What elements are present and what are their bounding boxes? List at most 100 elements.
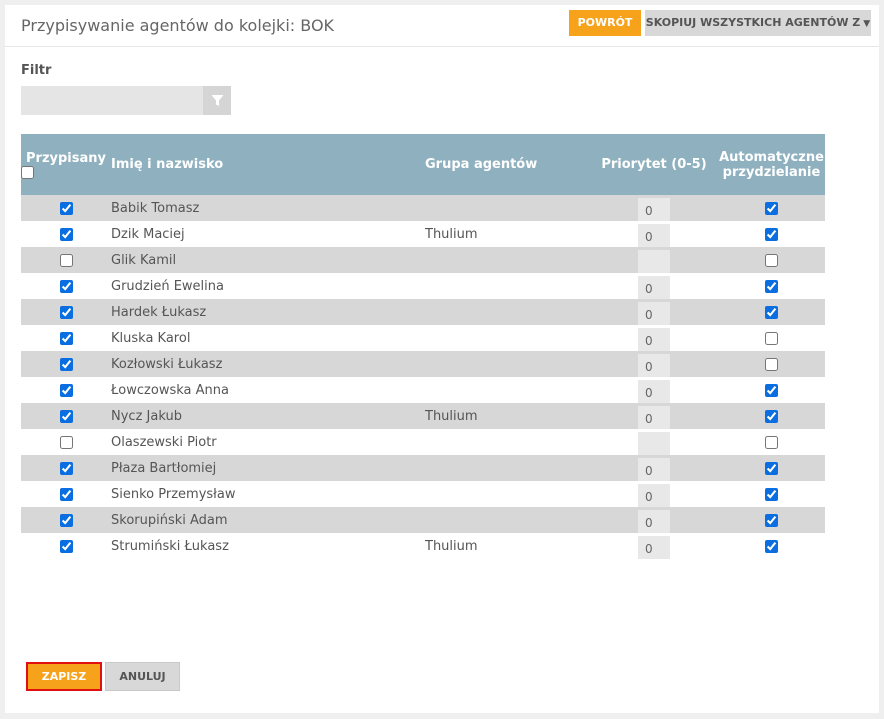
auto-assign-checkbox[interactable] [765,487,778,501]
agent-group [425,481,590,507]
priority-input[interactable]: 0 [638,536,670,559]
priority-input[interactable]: 0 [638,198,670,221]
assigned-checkbox[interactable] [59,279,73,293]
agent-group [425,325,590,351]
assigned-checkbox[interactable] [59,305,73,319]
priority-input[interactable]: 0 [638,484,670,507]
agent-group: Thulium [425,533,590,559]
priority-cell: 0 [590,403,718,429]
filter-button[interactable] [203,86,231,115]
auto-assign-checkbox[interactable] [765,279,778,293]
table-row: Skorupiński Adam 0 [21,507,825,533]
assigned-checkbox[interactable] [59,357,73,371]
main-panel: Przypisywanie agentów do kolejki: BOK PO… [5,5,879,713]
caret-down-icon: ▼ [863,19,871,29]
priority-input[interactable]: 0 [638,328,670,351]
priority-cell: 0 [590,325,718,351]
table-row: Strumiński Łukasz Thulium 0 [21,533,825,559]
copy-agents-dropdown-button[interactable]: SKOPIUJ WSZYSTKICH AGENTÓW Z ▼ [645,10,871,36]
auto-assign-cell [718,403,825,429]
filter-label: Filtr [21,63,52,78]
assigned-checkbox[interactable] [59,409,73,423]
column-assigned-label: Przypisany [26,150,106,166]
auto-assign-checkbox[interactable] [765,435,778,449]
table-row: Glik Kamil [21,247,825,273]
assigned-checkbox[interactable] [59,331,73,345]
table-row: Dzik Maciej Thulium 0 [21,221,825,247]
auto-assign-checkbox[interactable] [765,357,778,371]
assigned-checkbox[interactable] [59,253,73,267]
priority-input[interactable]: 0 [638,224,670,247]
column-header-priority: Priorytet (0-5) [590,134,718,195]
select-all-checkbox[interactable] [21,165,34,179]
assigned-cell [21,481,111,507]
priority-input[interactable]: 0 [638,302,670,325]
assigned-checkbox[interactable] [59,461,73,475]
priority-input[interactable]: 0 [638,380,670,403]
assigned-cell [21,299,111,325]
agent-name: Strumiński Łukasz [111,533,425,559]
auto-assign-cell [718,507,825,533]
assigned-checkbox[interactable] [59,487,73,501]
priority-input[interactable]: 0 [638,276,670,299]
agent-group: Thulium [425,221,590,247]
assigned-checkbox[interactable] [59,435,73,449]
auto-assign-checkbox[interactable] [765,383,778,397]
agent-name: Nycz Jakub [111,403,425,429]
auto-assign-checkbox[interactable] [765,539,778,553]
save-button[interactable]: ZAPISZ [26,662,102,691]
table-row: Nycz Jakub Thulium 0 [21,403,825,429]
assigned-checkbox[interactable] [59,227,73,241]
auto-assign-checkbox[interactable] [765,409,778,423]
auto-assign-cell [718,299,825,325]
auto-assign-checkbox[interactable] [765,227,778,241]
auto-assign-checkbox[interactable] [765,513,778,527]
assigned-cell [21,507,111,533]
agent-name: Łowczowska Anna [111,377,425,403]
auto-assign-cell [718,195,825,221]
assigned-cell [21,273,111,299]
column-header-assigned: Przypisany [21,134,111,195]
assigned-cell [21,351,111,377]
auto-assign-checkbox[interactable] [765,461,778,475]
table-row: Łowczowska Anna 0 [21,377,825,403]
priority-cell: 0 [590,351,718,377]
priority-input[interactable] [638,250,670,273]
priority-input[interactable]: 0 [638,354,670,377]
assigned-cell [21,455,111,481]
agent-group [425,351,590,377]
assigned-cell [21,325,111,351]
auto-assign-cell [718,325,825,351]
cancel-button[interactable]: ANULUJ [105,662,180,691]
auto-assign-checkbox[interactable] [765,201,778,215]
table-row: Kozłowski Łukasz 0 [21,351,825,377]
assigned-checkbox[interactable] [59,513,73,527]
assigned-checkbox[interactable] [59,383,73,397]
agent-group [425,273,590,299]
priority-input[interactable]: 0 [638,406,670,429]
back-button[interactable]: POWRÓT [569,10,641,36]
auto-assign-cell [718,377,825,403]
priority-cell: 0 [590,221,718,247]
filter-input[interactable] [21,86,203,115]
table-row: Hardek Łukasz 0 [21,299,825,325]
auto-assign-checkbox[interactable] [765,305,778,319]
assigned-checkbox[interactable] [59,539,73,553]
auto-assign-cell [718,351,825,377]
agent-group [425,507,590,533]
agent-name: Olaszewski Piotr [111,429,425,455]
auto-assign-checkbox[interactable] [765,331,778,345]
priority-input[interactable] [638,432,670,455]
priority-cell: 0 [590,195,718,221]
assigned-cell [21,429,111,455]
auto-assign-checkbox[interactable] [765,253,778,267]
agents-table: Przypisany Imię i nazwisko Grupa agentów… [21,134,825,559]
table-row: Płaza Bartłomiej 0 [21,455,825,481]
priority-cell: 0 [590,455,718,481]
priority-input[interactable]: 0 [638,510,670,533]
agent-group [425,299,590,325]
assigned-checkbox[interactable] [59,201,73,215]
priority-input[interactable]: 0 [638,458,670,481]
priority-cell: 0 [590,507,718,533]
priority-cell: 0 [590,273,718,299]
